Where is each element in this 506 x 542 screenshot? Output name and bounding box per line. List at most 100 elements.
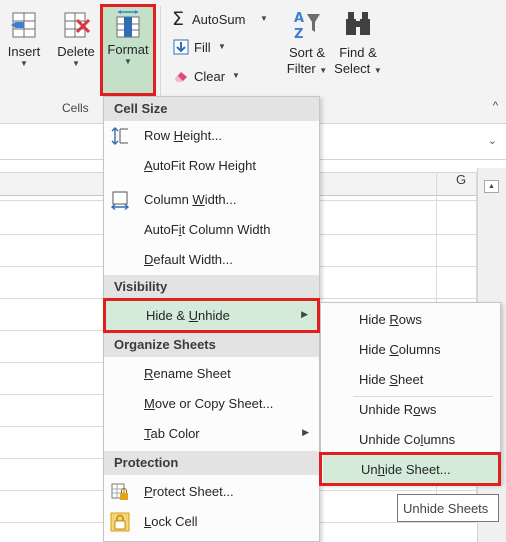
unhide-rows-post: ws bbox=[420, 402, 437, 417]
protect-sheet-text: Protect Sheet... bbox=[144, 484, 234, 499]
protect-accel: P bbox=[144, 484, 153, 499]
format-button[interactable]: Format ▼ bbox=[102, 6, 154, 96]
autofit-col-pre: AutoF bbox=[144, 222, 179, 237]
unhide-columns-pre: Unhide Co bbox=[359, 432, 421, 447]
unhide-sheet-item[interactable]: Unhide Sheet... bbox=[323, 455, 498, 483]
eraser-icon bbox=[175, 72, 187, 82]
hide-sheet-post: heet bbox=[398, 372, 424, 387]
rename-sheet-item[interactable]: Rename Sheet bbox=[104, 359, 319, 389]
format-caret-icon: ▼ bbox=[124, 57, 132, 66]
insert-button[interactable]: Insert ▼ bbox=[4, 8, 44, 98]
protection-header: Protection bbox=[104, 451, 319, 475]
sort-filter-label-line2: Filter bbox=[286, 61, 316, 76]
hide-sheet-text: Hide Sheet bbox=[359, 372, 423, 387]
row-height-icon bbox=[111, 127, 128, 145]
sort-az-icon: A Z bbox=[294, 11, 320, 42]
autofit-column-width-text: AutoFit Column Width bbox=[144, 222, 270, 237]
clear-caret-icon: ▼ bbox=[232, 71, 240, 80]
row-height-item[interactable]: Row Height... bbox=[104, 121, 319, 151]
insert-caret-icon: ▼ bbox=[20, 59, 28, 68]
lock-cell-item[interactable]: Lock Cell bbox=[104, 507, 319, 537]
collapse-ribbon-icon[interactable]: ^ bbox=[493, 100, 498, 112]
autofit-row-post: utoFit Row Height bbox=[152, 158, 256, 173]
hide-unhide-accel: U bbox=[188, 308, 199, 323]
protection-header-label: Protection bbox=[114, 455, 179, 470]
delete-label: Delete bbox=[57, 44, 95, 59]
hide-rows-post: ows bbox=[398, 312, 422, 327]
hide-rows-item[interactable]: Hide Rows bbox=[321, 305, 500, 335]
protect-sheet-item[interactable]: Protect Sheet... bbox=[104, 477, 319, 507]
rename-accel: R bbox=[144, 366, 154, 381]
column-width-post: idth... bbox=[204, 192, 237, 207]
unhide-rows-item[interactable]: Unhide Rows bbox=[321, 395, 500, 425]
column-header-g[interactable]: G bbox=[456, 172, 466, 187]
tooltip-text: Unhide Sheets bbox=[403, 501, 489, 516]
sort-filter-caret-icon: ▼ bbox=[319, 66, 328, 75]
expand-formula-bar-icon[interactable]: ⌄ bbox=[488, 134, 497, 147]
clear-button[interactable]: Clear ▼ bbox=[170, 66, 250, 88]
hide-columns-post: olumns bbox=[398, 342, 441, 357]
autofit-row-height-item[interactable]: AutoFit Row Height bbox=[104, 151, 319, 181]
clear-label: Clear bbox=[194, 69, 226, 84]
insert-cells-icon bbox=[11, 12, 36, 38]
find-select-line2: Select ▼ bbox=[334, 61, 382, 78]
organize-sheets-header-label: Organize Sheets bbox=[114, 337, 216, 352]
unhide-rows-pre: Unhide R bbox=[359, 402, 414, 417]
svg-text:Z: Z bbox=[294, 27, 303, 42]
tab-color-item[interactable]: Tab Color ▶ bbox=[104, 419, 319, 449]
fill-caret-icon: ▼ bbox=[218, 42, 226, 51]
column-width-icon bbox=[110, 191, 130, 210]
hide-rows-accel: R bbox=[389, 312, 399, 327]
move-copy-sheet-item[interactable]: Move or Copy Sheet... bbox=[104, 389, 319, 419]
find-select-caret-icon: ▼ bbox=[373, 66, 382, 75]
format-cells-icon bbox=[116, 10, 140, 38]
protect-post: rotect Sheet... bbox=[152, 484, 234, 499]
move-copy-sheet-text: Move or Copy Sheet... bbox=[144, 396, 273, 411]
find-select-button[interactable]: Find & Select ▼ bbox=[334, 8, 382, 94]
lock-icon bbox=[110, 512, 130, 532]
rename-post: ename Sheet bbox=[153, 366, 231, 381]
unhide-sheet-text: Unhide Sheet... bbox=[361, 462, 451, 477]
visibility-header: Visibility bbox=[104, 275, 319, 299]
move-copy-post: ove or Copy Sheet... bbox=[154, 396, 274, 411]
fill-label: Fill bbox=[194, 40, 211, 55]
autosum-button[interactable]: Σ AutoSum ▼ bbox=[170, 8, 270, 32]
default-width-post: efault Width... bbox=[153, 252, 233, 267]
default-width-item[interactable]: Default Width... bbox=[104, 245, 319, 275]
rename-sheet-text: Rename Sheet bbox=[144, 366, 231, 381]
delete-cells-icon bbox=[64, 12, 91, 38]
sort-filter-button[interactable]: A Z Sort & Filter ▼ bbox=[284, 8, 330, 94]
hide-columns-item[interactable]: Hide Columns bbox=[321, 335, 500, 365]
tab-color-post: ab Color bbox=[150, 426, 200, 441]
submenu-arrow-icon: ▶ bbox=[302, 427, 309, 437]
hide-unhide-item[interactable]: Hide & Unhide ▶ bbox=[106, 301, 318, 331]
move-copy-accel: M bbox=[144, 396, 155, 411]
hide-sheet-item[interactable]: Hide Sheet bbox=[321, 365, 500, 395]
format-label: Format bbox=[107, 42, 149, 57]
delete-caret-icon: ▼ bbox=[72, 59, 80, 68]
column-width-item[interactable]: Column Width... bbox=[104, 185, 319, 215]
delete-button[interactable]: Delete ▼ bbox=[52, 8, 100, 98]
column-width-accel: W bbox=[192, 192, 205, 207]
autofit-column-width-item[interactable]: AutoFit Column Width bbox=[104, 215, 319, 245]
hide-unhide-post: nhide bbox=[198, 308, 230, 323]
fill-button[interactable]: Fill ▼ bbox=[170, 38, 240, 60]
hide-columns-pre: Hide bbox=[359, 342, 390, 357]
unhide-columns-item[interactable]: Unhide Columns bbox=[321, 425, 500, 455]
hide-unhide-pre: Hide & bbox=[146, 308, 189, 323]
find-select-label-line2: Select bbox=[334, 61, 371, 76]
default-width-accel: D bbox=[144, 252, 154, 267]
tab-color-text: Tab Color bbox=[144, 426, 200, 441]
default-width-text: Default Width... bbox=[144, 252, 233, 267]
sort-filter-label-line1: Sort & bbox=[288, 45, 326, 60]
hide-columns-accel: C bbox=[389, 342, 399, 357]
protect-sheet-icon bbox=[111, 483, 128, 500]
row-height-text: Row Height... bbox=[144, 128, 222, 143]
cells-group-label: Cells bbox=[62, 101, 89, 115]
visibility-header-label: Visibility bbox=[114, 279, 168, 294]
scroll-up-icon[interactable]: ▲ bbox=[484, 180, 499, 193]
svg-text:A: A bbox=[294, 11, 304, 26]
lock-cell-text: Lock Cell bbox=[144, 514, 197, 529]
autosum-label: AutoSum bbox=[192, 12, 246, 27]
hide-columns-text: Hide Columns bbox=[359, 342, 441, 357]
